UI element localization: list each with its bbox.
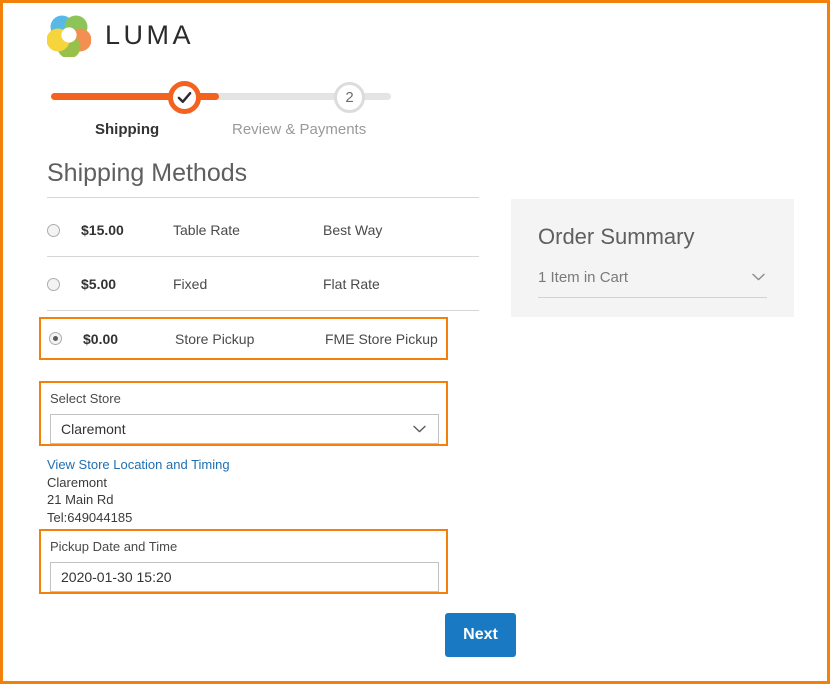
shipping-method-row[interactable]: $5.00 Fixed Flat Rate	[47, 257, 479, 311]
progress-label-review: Review & Payments	[232, 121, 366, 138]
page-title: Shipping Methods	[47, 158, 247, 188]
shipping-method-radio[interactable]	[47, 278, 60, 291]
select-store-dropdown[interactable]: Claremont	[50, 414, 439, 444]
check-icon	[177, 90, 192, 105]
chevron-down-icon	[752, 273, 765, 281]
shipping-method-carrier: Table Rate	[173, 222, 323, 238]
shipping-method-price: $15.00	[81, 222, 173, 238]
pickup-datetime-input[interactable]	[50, 562, 439, 592]
shipping-method-price: $0.00	[83, 331, 175, 347]
shipping-method-price: $5.00	[81, 276, 173, 292]
cart-items-count: 1 Item in Cart	[538, 269, 628, 286]
brand-name: LUMA	[105, 22, 194, 49]
progress-step-review[interactable]: 2	[334, 82, 365, 113]
order-summary-panel: Order Summary 1 Item in Cart	[511, 199, 794, 317]
pickup-datetime-field-group: Pickup Date and Time	[39, 529, 448, 594]
progress-label-shipping: Shipping	[95, 121, 159, 138]
cart-items-toggle[interactable]: 1 Item in Cart	[538, 269, 767, 298]
brand-logo[interactable]: LUMA	[47, 13, 194, 57]
progress-step-shipping[interactable]	[168, 81, 201, 114]
store-address: 21 Main Rd	[47, 491, 230, 509]
checkout-progress-bar: 2 Shipping Review & Payments	[51, 81, 391, 141]
view-store-location-link[interactable]: View Store Location and Timing	[47, 456, 230, 474]
select-store-value: Claremont	[61, 421, 126, 437]
row-divider	[47, 310, 479, 311]
store-phone: Tel:649044185	[47, 509, 230, 527]
shipping-method-radio[interactable]	[49, 332, 62, 345]
shipping-method-name: Flat Rate	[323, 276, 380, 292]
shipping-method-carrier: Fixed	[173, 276, 323, 292]
order-summary-title: Order Summary	[538, 225, 768, 249]
progress-step-number: 2	[345, 90, 353, 105]
shipping-method-radio[interactable]	[47, 224, 60, 237]
shipping-methods-list: $15.00 Table Rate Best Way $5.00 Fixed F…	[47, 203, 479, 360]
store-details: View Store Location and Timing Claremont…	[47, 456, 230, 526]
shipping-method-name: Best Way	[323, 222, 382, 238]
shipping-method-row-selected[interactable]: $0.00 Store Pickup FME Store Pickup	[39, 317, 448, 360]
shipping-method-row[interactable]: $15.00 Table Rate Best Way	[47, 203, 479, 257]
select-store-label: Select Store	[50, 389, 437, 409]
select-store-field-group: Select Store Claremont	[39, 381, 448, 446]
shipping-method-carrier: Store Pickup	[175, 331, 325, 347]
next-button[interactable]: Next	[445, 613, 516, 657]
shipping-method-name: FME Store Pickup	[325, 331, 438, 347]
chevron-down-icon	[413, 425, 426, 433]
checkout-shipping-page: LUMA 2 Shipping Review & Payments Shippi…	[0, 0, 830, 684]
store-name: Claremont	[47, 474, 230, 492]
luma-logo-icon	[47, 13, 91, 57]
pickup-datetime-label: Pickup Date and Time	[50, 537, 437, 557]
title-divider	[47, 197, 479, 198]
